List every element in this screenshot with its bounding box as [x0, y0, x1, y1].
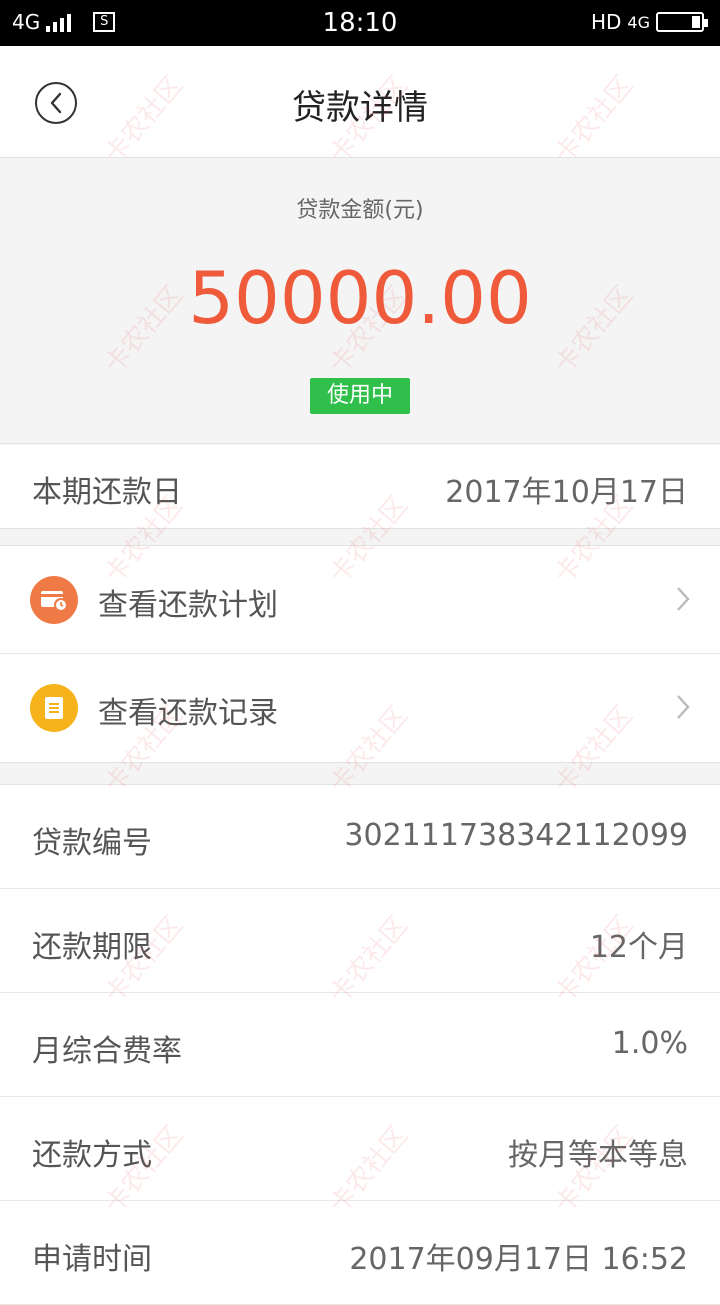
due-date-label: 本期还款日: [32, 475, 182, 510]
detail-row-rate: 月综合费率 1.0%: [0, 993, 720, 1097]
network-right-label: 4G: [627, 12, 650, 32]
detail-row-term: 还款期限 12个月: [0, 889, 720, 993]
action-list: 查看还款计划 查看还款记录: [0, 545, 720, 763]
action-label: 查看还款计划: [98, 588, 278, 623]
loan-summary: 贷款金额(元) 50000.00 使用中: [0, 158, 720, 444]
battery-icon: [656, 12, 708, 32]
view-repayment-plan-button[interactable]: 查看还款计划: [0, 546, 720, 654]
action-label: 查看还款记录: [98, 696, 278, 731]
detail-row-apply-time: 申请时间 2017年09月17日 16:52: [0, 1201, 720, 1305]
hd-label: HD: [590, 10, 622, 34]
detail-row-repayment-method: 还款方式 按月等本等息: [0, 1097, 720, 1201]
detail-label: 贷款编号: [32, 826, 152, 861]
page-title: 贷款详情: [292, 88, 428, 128]
detail-label: 申请时间: [32, 1242, 152, 1277]
detail-value: 12个月: [589, 930, 688, 965]
detail-value: 302111738342112099: [344, 818, 688, 853]
chevron-right-icon: [677, 587, 690, 611]
detail-value: 2017年09月17日 16:52: [349, 1242, 688, 1277]
detail-label: 月综合费率: [32, 1034, 182, 1069]
amount-label: 贷款金额(元): [296, 198, 424, 223]
detail-value: 按月等本等息: [508, 1138, 688, 1173]
status-right: HD 4G: [590, 10, 708, 34]
chevron-right-icon: [677, 695, 690, 719]
document-icon: [30, 684, 78, 732]
loan-amount: 50000.00: [188, 256, 532, 340]
detail-label: 还款期限: [32, 930, 152, 965]
calendar-card-icon: [30, 576, 78, 624]
due-date-row: 本期还款日 2017年10月17日: [0, 445, 720, 529]
header: 贷款详情: [0, 46, 720, 158]
loan-details: 贷款编号 302111738342112099 还款期限 12个月 月综合费率 …: [0, 784, 720, 1305]
detail-value: 1.0%: [611, 1026, 688, 1061]
detail-row-loan-number: 贷款编号 302111738342112099: [0, 785, 720, 889]
status-badge: 使用中: [310, 378, 410, 414]
due-date-value: 2017年10月17日: [445, 475, 688, 510]
detail-label: 还款方式: [32, 1138, 152, 1173]
view-repayment-records-button[interactable]: 查看还款记录: [0, 654, 720, 762]
status-bar: 4G S 18:10 HD 4G: [0, 0, 720, 46]
